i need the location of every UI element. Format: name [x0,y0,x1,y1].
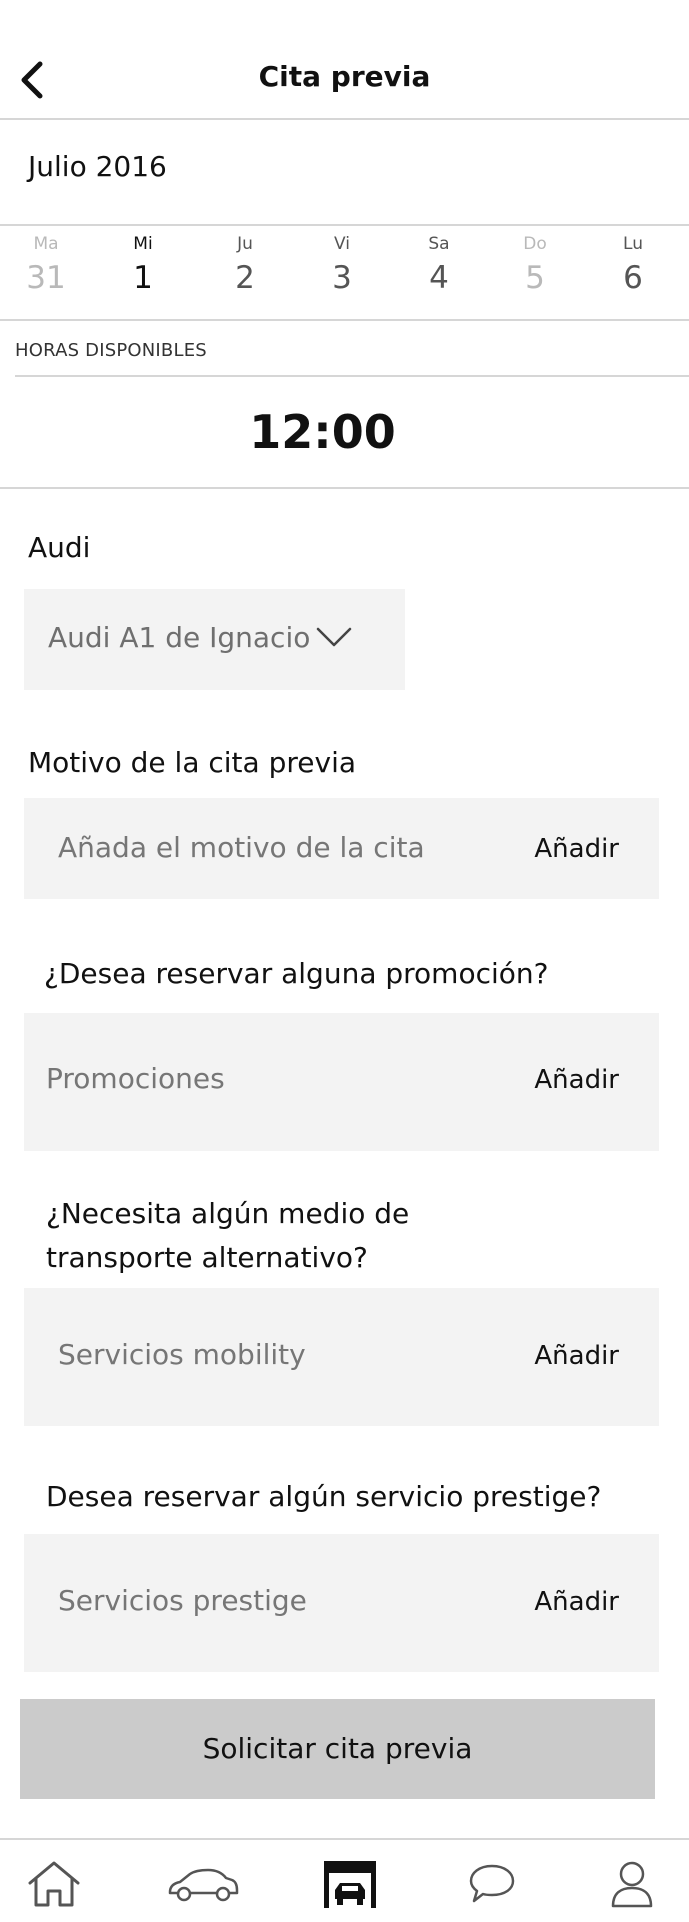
day-number: 4 [429,260,449,296]
tab-vehicles[interactable] [165,1854,241,1914]
prestige-placeholder: Servicios prestige [58,1584,307,1617]
mobility-label-line1: ¿Necesita algún medio de [46,1197,410,1230]
day-number: 31 [26,260,66,296]
mobility-label: ¿Necesita algún medio de transporte alte… [46,1192,409,1280]
tab-home[interactable] [24,1854,84,1914]
divider [0,319,689,321]
divider [0,487,689,489]
day-number: 5 [525,260,545,296]
day-name: Ma [33,234,59,254]
promo-field[interactable]: Promociones Añadir [24,1013,659,1151]
day-name: Vi [334,234,350,254]
calendar-month-label: Julio 2016 [28,150,167,183]
calendar-day-selected[interactable]: Mi 1 [103,234,183,296]
vehicle-select[interactable]: Audi A1 de Ignacio [24,589,405,690]
divider [0,224,689,226]
promo-add-button[interactable]: Añadir [534,1065,619,1095]
available-hours-label: HORAS DISPONIBLES [15,340,207,361]
reason-placeholder: Añada el motivo de la cita [58,831,425,864]
vehicle-select-value: Audi A1 de Ignacio [48,621,311,654]
promo-placeholder: Promociones [46,1062,225,1095]
divider [15,375,689,377]
day-number: 1 [133,260,153,296]
home-icon [28,1861,80,1907]
day-number: 2 [235,260,255,296]
tab-garage[interactable] [322,1854,378,1914]
promo-label: ¿Desea reservar alguna promoción? [44,957,549,990]
calendar-day[interactable]: Lu 6 [593,234,673,296]
day-name: Do [523,234,547,254]
garage-icon [324,1861,376,1908]
reason-field[interactable]: Añada el motivo de la cita Añadir [24,798,659,899]
vehicle-label: Audi [28,531,91,564]
prestige-field[interactable]: Servicios prestige Añadir [24,1534,659,1672]
day-name: Sa [428,234,450,254]
calendar-day: Ma 31 [6,234,86,296]
calendar-day: Do 5 [495,234,575,296]
mobility-label-line2: transporte alternativo? [46,1241,368,1274]
calendar-day[interactable]: Sa 4 [399,234,479,296]
calendar-day[interactable]: Vi 3 [302,234,382,296]
chat-bubble-icon [469,1864,515,1903]
tab-messages[interactable] [462,1854,522,1914]
submit-appointment-button[interactable]: Solicitar cita previa [20,1699,655,1799]
day-name: Ju [237,234,253,254]
bottom-tab-bar [0,1838,689,1922]
mobility-add-button[interactable]: Añadir [534,1341,619,1371]
day-number: 6 [623,260,643,296]
page-title: Cita previa [258,60,431,93]
day-number: 3 [332,260,352,296]
reason-add-button[interactable]: Añadir [534,834,619,864]
calendar-day[interactable]: Ju 2 [205,234,285,296]
tab-profile[interactable] [602,1854,662,1914]
day-name: Lu [623,234,643,254]
prestige-label: Desea reservar algún servicio prestige? [46,1480,602,1513]
reason-label: Motivo de la cita previa [28,746,357,779]
user-profile-icon [611,1861,653,1908]
day-name: Mi [133,234,153,254]
prestige-add-button[interactable]: Añadir [534,1587,619,1617]
chevron-down-icon [316,627,352,647]
car-icon [168,1868,239,1902]
mobility-field[interactable]: Servicios mobility Añadir [24,1288,659,1426]
mobility-placeholder: Servicios mobility [58,1338,306,1371]
time-slot[interactable]: 12:00 [0,405,645,459]
